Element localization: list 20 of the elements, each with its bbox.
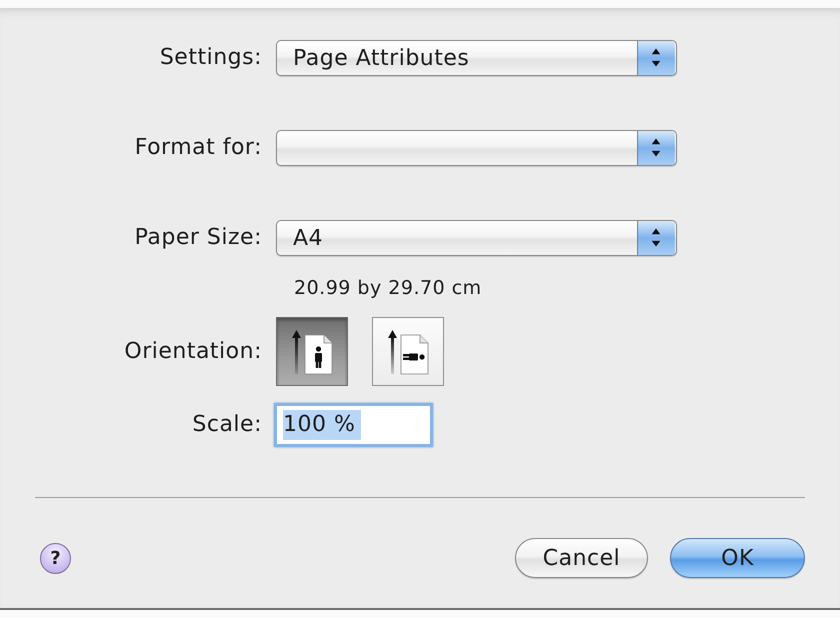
popup-button[interactable]: A4 <box>276 220 677 256</box>
paper-dimensions-text: 20.99 by 29.70 cm <box>294 277 482 299</box>
portrait-icon <box>291 328 333 374</box>
stepper-arrows-icon <box>636 41 676 75</box>
field-label: Format for: <box>134 135 262 161</box>
popup-button[interactable] <box>276 130 677 166</box>
field-label: Paper Size: <box>134 225 262 251</box>
stepper-arrows-icon <box>636 221 676 255</box>
field-label: Scale: <box>192 412 262 438</box>
ok-button[interactable]: OK <box>670 538 805 578</box>
landscape-icon <box>387 328 429 374</box>
orientation-button[interactable] <box>276 317 348 386</box>
help-button[interactable]: ? <box>40 542 71 574</box>
field-label: Settings: <box>160 45 262 71</box>
scale-field[interactable]: 100 % <box>274 403 433 447</box>
popup-button[interactable]: Page Attributes <box>276 40 677 76</box>
cancel-button[interactable]: Cancel <box>515 538 648 578</box>
stepper-arrows-icon <box>636 131 676 165</box>
field-label: Orientation: <box>124 338 262 364</box>
orientation-button[interactable] <box>372 317 444 386</box>
